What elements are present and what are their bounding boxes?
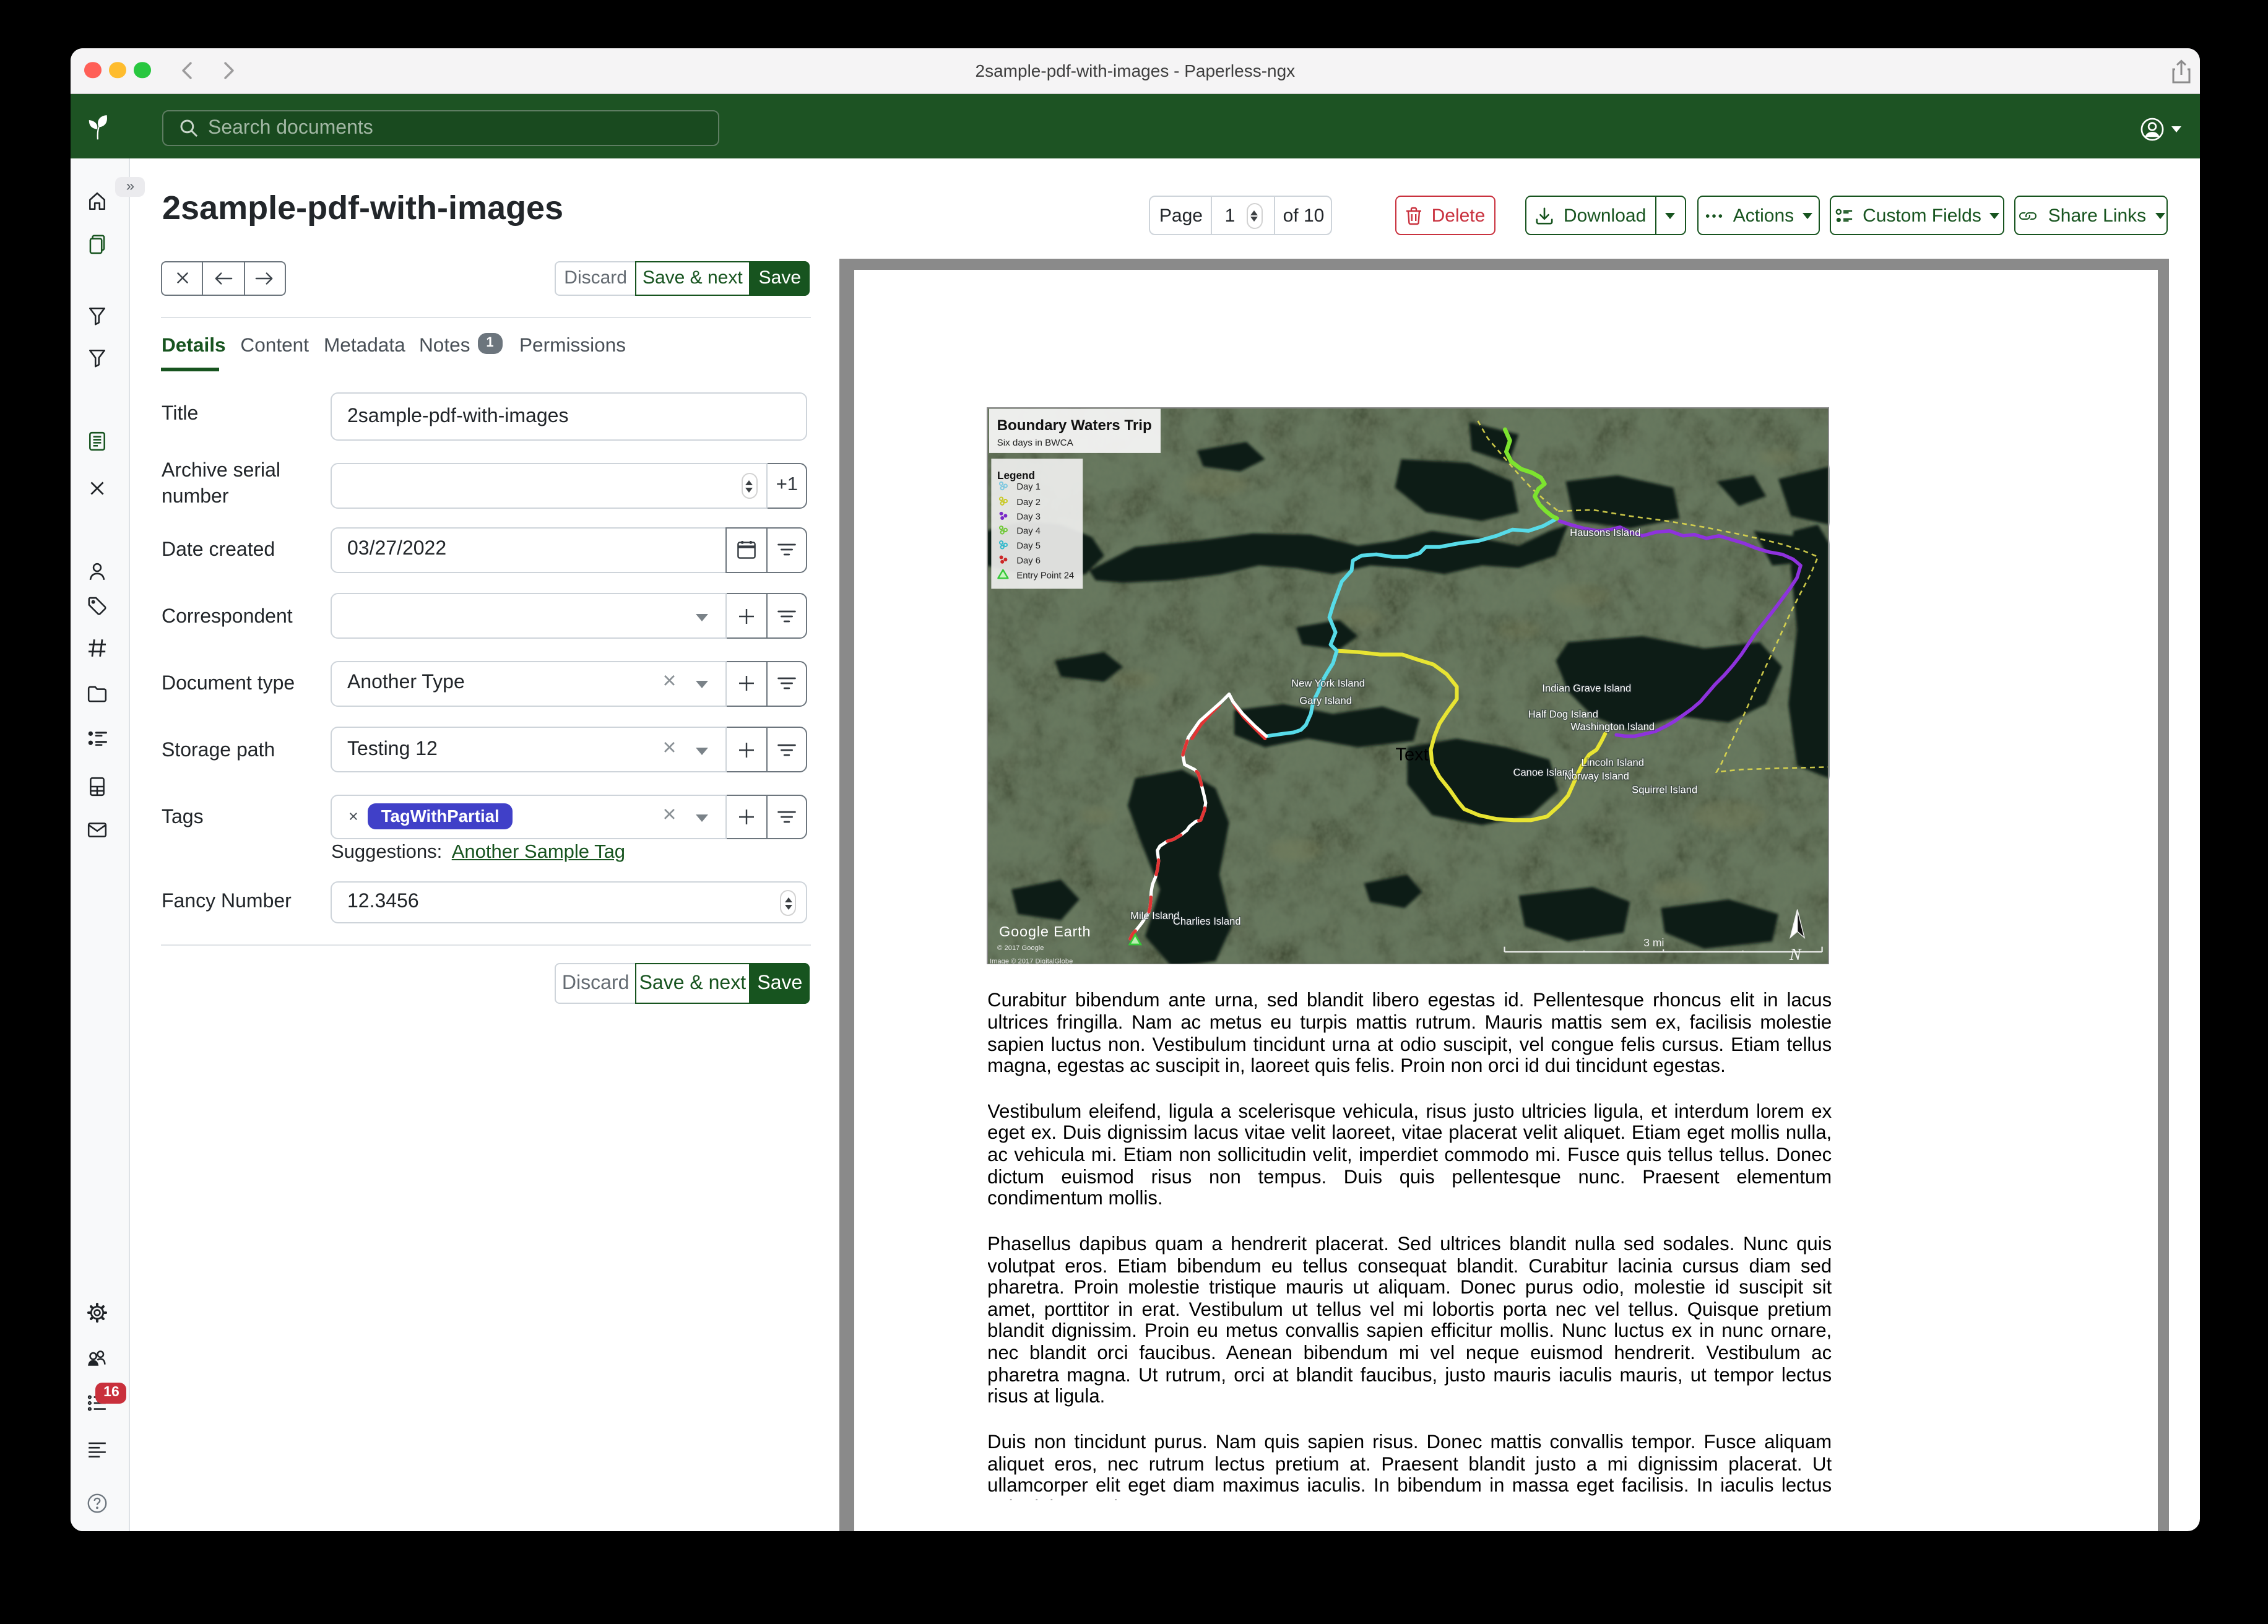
svg-text:New York Island: New York Island <box>1292 677 1366 689</box>
svg-text:Half Dog Island: Half Dog Island <box>1529 708 1599 720</box>
svg-text:Boundary Waters Trip: Boundary Waters Trip <box>998 417 1153 433</box>
svg-text:Six days in BWCA: Six days in BWCA <box>998 437 1075 447</box>
svg-text:Washington Island: Washington Island <box>1571 720 1655 732</box>
svg-text:Indian Grave Island: Indian Grave Island <box>1543 682 1632 694</box>
svg-text:Day 1: Day 1 <box>1017 482 1041 492</box>
svg-text:Entry Point 24: Entry Point 24 <box>1017 571 1075 581</box>
svg-text:Gary Island: Gary Island <box>1300 694 1353 706</box>
svg-text:Hausons Island: Hausons Island <box>1570 526 1641 538</box>
svg-text:Day 3: Day 3 <box>1017 512 1041 522</box>
svg-text:Day 2: Day 2 <box>1017 497 1041 507</box>
svg-text:N: N <box>1790 945 1803 964</box>
svg-text:Day 4: Day 4 <box>1017 526 1041 536</box>
svg-text:Charlies Island: Charlies Island <box>1174 915 1242 927</box>
svg-text:Lincoln Island: Lincoln Island <box>1582 756 1645 768</box>
svg-text:Squirrel Island: Squirrel Island <box>1632 784 1698 795</box>
svg-text:Google Earth: Google Earth <box>1000 923 1091 939</box>
svg-text:Norway Island: Norway Island <box>1565 770 1630 782</box>
svg-text:Text: Text <box>1396 745 1429 764</box>
svg-text:3 mi: 3 mi <box>1644 936 1664 949</box>
svg-text:Legend: Legend <box>998 469 1036 481</box>
svg-text:© 2017 Google: © 2017 Google <box>998 944 1044 952</box>
svg-text:Day 6: Day 6 <box>1017 556 1041 566</box>
svg-text:Day 5: Day 5 <box>1017 541 1041 551</box>
svg-text:Mile Island: Mile Island <box>1131 910 1180 922</box>
